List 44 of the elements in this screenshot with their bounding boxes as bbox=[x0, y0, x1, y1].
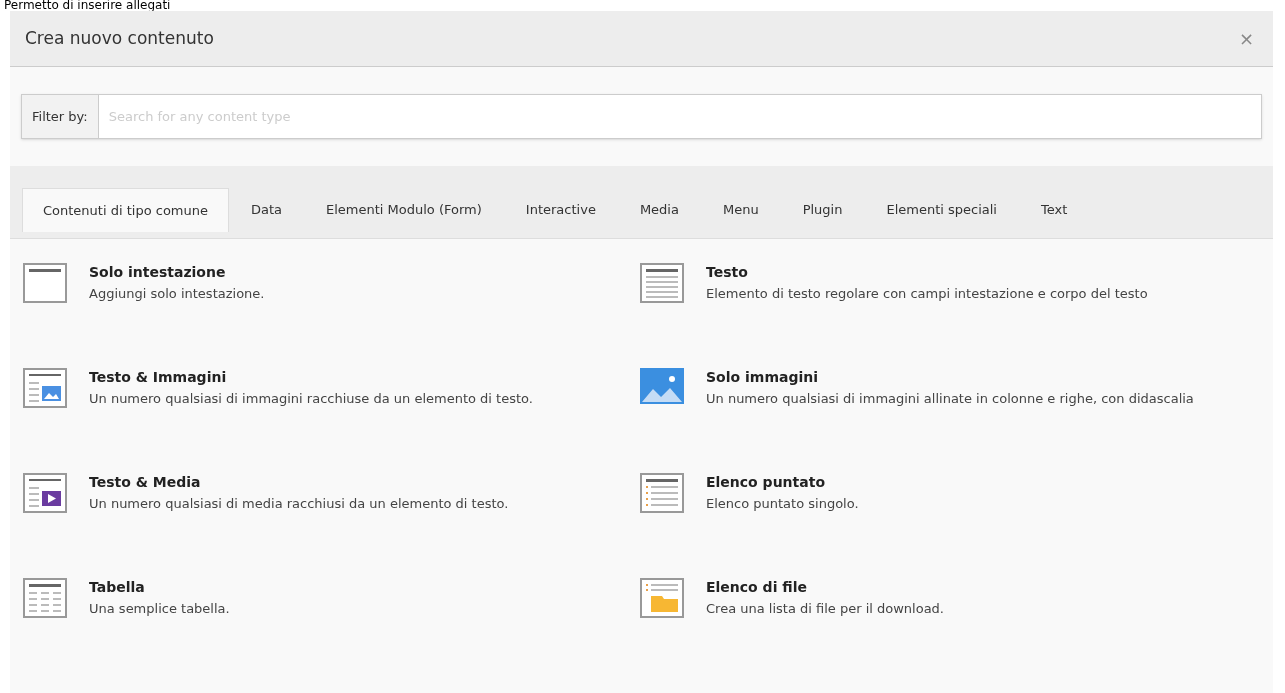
header-icon bbox=[23, 263, 67, 303]
tab[interactable]: Elementi Modulo (Form) bbox=[304, 188, 504, 232]
item-description: Un numero qualsiasi di media racchiusi da un elemento di testo. bbox=[89, 495, 509, 513]
tab[interactable]: Contenuti di tipo comune bbox=[22, 188, 229, 232]
image-icon bbox=[640, 368, 684, 404]
content-type-item[interactable]: Elenco di file Crea una lista di file per il download. bbox=[640, 576, 1243, 681]
item-description: Un numero qualsiasi di immagini racchiuse da un elemento di testo. bbox=[89, 390, 533, 408]
tab[interactable]: Interactive bbox=[503, 188, 618, 232]
page-caption: Permetto di inserire allegati bbox=[3, 0, 172, 11]
tab[interactable]: Menu bbox=[700, 188, 781, 232]
folder-list-icon bbox=[640, 578, 684, 618]
item-description: Un numero qualsiasi di immagini allinate in colonne e righe, con didascalia bbox=[706, 390, 1194, 408]
content-type-item[interactable]: Testo & Media Un numero qualsiasi di media racchiusi da un elemento di testo. bbox=[23, 471, 626, 576]
item-description: Elemento di testo regolare con campi intestazione e corpo del testo bbox=[706, 285, 1148, 303]
item-title: Elenco di file bbox=[706, 578, 808, 597]
tab[interactable]: Text bbox=[1019, 188, 1090, 232]
content-type-item[interactable]: Solo intestazione Aggiungi solo intestazione. bbox=[23, 261, 626, 366]
item-description: Crea una lista di file per il download. bbox=[706, 600, 944, 618]
tab[interactable]: Data bbox=[229, 188, 305, 232]
content-type-item[interactable]: Elenco puntato Elenco puntato singolo. bbox=[640, 471, 1243, 576]
item-title: Tabella bbox=[89, 578, 146, 597]
tab[interactable]: Elementi speciali bbox=[864, 188, 1019, 232]
table-icon bbox=[23, 578, 67, 618]
filter-label: Filter by: bbox=[22, 95, 99, 138]
item-description: Aggiungi solo intestazione. bbox=[89, 285, 265, 303]
tab[interactable]: Media bbox=[617, 188, 701, 232]
content-type-item[interactable]: Tabella Una semplice tabella. bbox=[23, 576, 626, 681]
item-title: Testo & Immagini bbox=[89, 368, 228, 387]
item-title: Testo bbox=[706, 263, 749, 282]
item-title: Testo & Media bbox=[89, 473, 202, 492]
item-title: Elenco puntato bbox=[706, 473, 827, 492]
content-type-item[interactable]: Solo immagini Un numero qualsiasi di immagini allinate in colonne e righe, con didascalia bbox=[640, 366, 1243, 471]
dialog-title: Crea nuovo contenuto bbox=[25, 26, 214, 50]
content-type-item[interactable]: Testo Elemento di testo regolare con campi intestazione e corpo del testo bbox=[640, 261, 1243, 366]
tab[interactable]: Plugin bbox=[780, 188, 865, 232]
content-type-item[interactable]: Testo & Immagini Un numero qualsiasi di immagini racchiuse da un elemento di testo. bbox=[23, 366, 626, 471]
text-image-icon bbox=[23, 368, 67, 408]
bullet-list-icon bbox=[640, 473, 684, 513]
item-title: Solo immagini bbox=[706, 368, 819, 387]
text-media-icon bbox=[23, 473, 67, 513]
item-description: Una semplice tabella. bbox=[89, 600, 230, 618]
item-title: Solo intestazione bbox=[89, 263, 227, 282]
item-description: Elenco puntato singolo. bbox=[706, 495, 859, 513]
text-icon bbox=[640, 263, 684, 303]
